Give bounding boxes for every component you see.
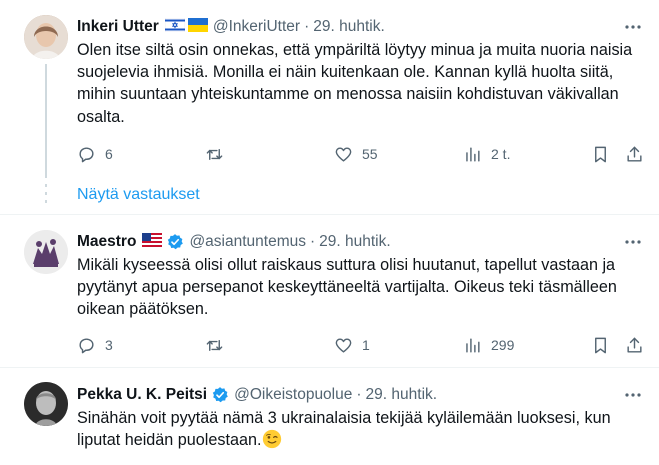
share-button[interactable] <box>625 142 644 166</box>
like-count: 1 <box>362 337 370 353</box>
like-button[interactable]: 1 <box>334 333 370 357</box>
reply-count: 3 <box>105 337 113 353</box>
bookmark-button[interactable] <box>591 333 610 357</box>
display-name[interactable]: Maestro <box>77 233 136 251</box>
avatar[interactable] <box>24 382 68 426</box>
display-name[interactable]: Pekka U. K. Peitsi <box>77 386 207 404</box>
retweet-button[interactable] <box>205 142 224 166</box>
heart-icon <box>335 337 352 353</box>
avatar-image <box>24 15 68 59</box>
more-icon[interactable] <box>623 385 643 405</box>
tweet-text: Mikäli kyseessä olisi ollut raiskaus sut… <box>77 256 617 319</box>
reply-button[interactable]: 3 <box>77 333 113 357</box>
tweet-pekka[interactable]: Pekka U. K. Peitsi @Oikeistopuolue · 29.… <box>0 368 659 465</box>
tweet-maestro[interactable]: Maestro @asiantuntemus · 29. huhtik. Mik… <box>0 215 659 365</box>
handle[interactable]: @Oikeistopuolue <box>234 386 352 404</box>
reply-icon <box>79 337 94 353</box>
verified-badge-icon[interactable] <box>211 386 229 404</box>
separator: · <box>309 233 316 250</box>
retweet-icon <box>206 339 223 351</box>
reply-icon <box>79 146 94 162</box>
show-replies-link[interactable]: Näytä vastaukset <box>77 186 200 204</box>
views-count: 2 t. <box>491 146 511 162</box>
views-count: 299 <box>491 337 515 353</box>
share-icon <box>627 146 642 162</box>
bookmark-button[interactable] <box>591 142 610 166</box>
separator: · <box>304 18 310 35</box>
like-button[interactable]: 55 <box>334 142 378 166</box>
israel-flag-icon <box>164 17 186 37</box>
display-name[interactable]: Inkeri Utter <box>77 18 159 36</box>
avatar[interactable] <box>24 230 68 274</box>
tweet-text: Sinähän voit pyytää nämä 3 ukrainalaisia… <box>77 409 611 450</box>
avatar-image <box>24 382 68 426</box>
share-button[interactable] <box>625 333 644 357</box>
retweet-icon <box>206 148 223 160</box>
retweet-button[interactable] <box>205 333 224 357</box>
usa-flag-icon <box>142 232 163 252</box>
bookmark-icon <box>595 337 606 353</box>
heart-icon <box>335 146 352 162</box>
bookmark-icon <box>595 146 606 162</box>
tweet-text: Olen itse siltä osin onnekas, että ympär… <box>77 41 633 126</box>
avatar-image <box>24 230 68 274</box>
handle[interactable]: @InkeriUtter <box>213 18 300 36</box>
views-button[interactable]: 2 t. <box>463 142 510 166</box>
timestamp[interactable]: 29. huhtik. <box>313 18 385 36</box>
reply-count: 6 <box>105 146 113 162</box>
analytics-icon <box>466 337 480 353</box>
share-icon <box>627 337 642 353</box>
analytics-icon <box>466 146 480 162</box>
winking-face-emoji-icon <box>262 430 281 449</box>
timestamp[interactable]: 29. huhtik. <box>319 233 391 251</box>
more-icon[interactable] <box>623 232 643 252</box>
views-button[interactable]: 299 <box>463 333 514 357</box>
tweet-inkeri[interactable]: Inkeri Utter @InkeriUtter · 29. huhtik. … <box>0 0 659 214</box>
ukraine-flag-icon <box>187 17 208 37</box>
avatar[interactable] <box>24 15 68 59</box>
tweet-text-wrapper: Sinähän voit pyytää nämä 3 ukrainalaisia… <box>77 407 643 451</box>
verified-badge-icon[interactable] <box>166 233 184 251</box>
timestamp[interactable]: 29. huhtik. <box>366 386 438 404</box>
reply-button[interactable]: 6 <box>77 142 113 166</box>
separator: · <box>356 386 362 403</box>
like-count: 55 <box>362 146 378 162</box>
handle[interactable]: @asiantuntemus <box>189 233 306 251</box>
more-icon[interactable] <box>623 17 643 37</box>
